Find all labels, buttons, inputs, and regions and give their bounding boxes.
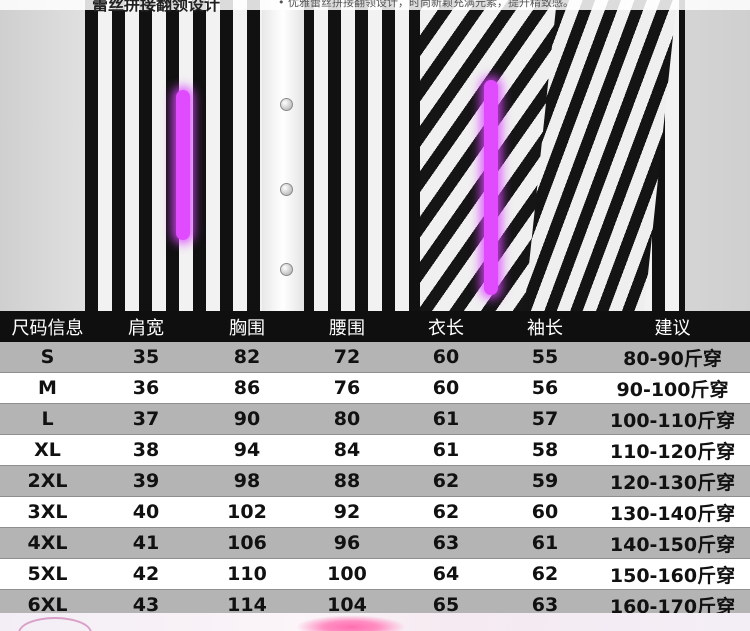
table-header-row: 尺码信息 肩宽 胸围 腰围 衣长 袖长 建议 (0, 311, 750, 342)
cell-chest: 98 (197, 465, 297, 497)
cell-suggestion: 120-130斤穿 (595, 465, 750, 497)
cell-shoulder-width: 42 (95, 558, 197, 590)
header-sleeve: 袖长 (495, 311, 595, 342)
cell-chest: 90 (197, 403, 297, 435)
side-seam-highlight-left (176, 90, 190, 240)
header-length: 衣长 (397, 311, 495, 342)
table-row: L 37 90 80 61 57 100-110斤穿 (0, 403, 750, 435)
table-row: 3XL 40 102 92 62 60 130-140斤穿 (0, 496, 750, 528)
cell-chest: 106 (197, 527, 297, 559)
table-row: 4XL 41 106 96 63 61 140-150斤穿 (0, 527, 750, 559)
cell-chest: 102 (197, 496, 297, 528)
cell-size: 4XL (0, 527, 95, 559)
cell-shoulder-width: 41 (95, 527, 197, 559)
caption-text: • 优雅蕾丝拼接翻领设计，时尚新颖充满元素，提升精致感。 (278, 0, 574, 9)
cell-sleeve-length: 57 (495, 403, 595, 435)
cell-shoulder-width: 37 (95, 403, 197, 435)
cell-waist: 72 (297, 342, 397, 373)
cell-length: 60 (397, 342, 495, 373)
cell-shoulder-width: 35 (95, 342, 197, 373)
header-size-info: 尺码信息 (0, 311, 95, 342)
cell-suggestion: 100-110斤穿 (595, 403, 750, 435)
cell-size: 2XL (0, 465, 95, 497)
cell-waist: 80 (297, 403, 397, 435)
cell-size: 5XL (0, 558, 95, 590)
cell-size: M (0, 372, 95, 404)
header-chest: 胸围 (197, 311, 297, 342)
cell-length: 60 (397, 372, 495, 404)
cell-chest: 110 (197, 558, 297, 590)
product-photo: 蕾丝拼接翻领设计 • 优雅蕾丝拼接翻领设计，时尚新颖充满元素，提升精致感。 (0, 0, 750, 311)
cell-waist: 76 (297, 372, 397, 404)
cell-sleeve-length: 58 (495, 434, 595, 466)
cell-suggestion: 80-90斤穿 (595, 342, 750, 373)
table-row: XL 38 94 84 61 58 110-120斤穿 (0, 434, 750, 466)
cell-chest: 82 (197, 342, 297, 373)
header-shoulder: 肩宽 (95, 311, 197, 342)
table-row: S 35 82 72 60 55 80-90斤穿 (0, 342, 750, 373)
decorative-flower (296, 615, 406, 631)
cell-sleeve-length: 55 (495, 342, 595, 373)
cell-shoulder-width: 40 (95, 496, 197, 528)
decorative-banner-strip (0, 613, 750, 631)
cell-length: 62 (397, 465, 495, 497)
cell-length: 61 (397, 403, 495, 435)
cell-sleeve-length: 61 (495, 527, 595, 559)
cell-suggestion: 110-120斤穿 (595, 434, 750, 466)
cell-size: XL (0, 434, 95, 466)
size-chart-table: 尺码信息 肩宽 胸围 腰围 衣长 袖长 建议 S 35 82 72 60 55 80-90斤… (0, 311, 750, 621)
photo-background-left (0, 0, 95, 311)
cell-suggestion: 150-160斤穿 (595, 558, 750, 590)
table-row: M 36 86 76 60 56 90-100斤穿 (0, 372, 750, 404)
cell-size: 3XL (0, 496, 95, 528)
cell-chest: 94 (197, 434, 297, 466)
cell-shoulder-width: 39 (95, 465, 197, 497)
cell-waist: 96 (297, 527, 397, 559)
cell-sleeve-length: 60 (495, 496, 595, 528)
cell-length: 64 (397, 558, 495, 590)
cell-sleeve-length: 59 (495, 465, 595, 497)
cell-size: S (0, 342, 95, 373)
side-seam-highlight-right (484, 80, 498, 295)
caption-title: 蕾丝拼接翻领设计 (92, 0, 221, 14)
shirt-button (280, 98, 293, 111)
decorative-swirl (18, 617, 92, 631)
cell-length: 62 (397, 496, 495, 528)
cell-waist: 92 (297, 496, 397, 528)
cell-length: 63 (397, 527, 495, 559)
cell-suggestion: 140-150斤穿 (595, 527, 750, 559)
photo-caption-bar: 蕾丝拼接翻领设计 • 优雅蕾丝拼接翻领设计，时尚新颖充满元素，提升精致感。 (0, 0, 750, 14)
cell-waist: 84 (297, 434, 397, 466)
cell-chest: 86 (197, 372, 297, 404)
header-waist: 腰围 (297, 311, 397, 342)
table-row: 2XL 39 98 88 62 59 120-130斤穿 (0, 465, 750, 497)
cell-waist: 100 (297, 558, 397, 590)
cell-waist: 88 (297, 465, 397, 497)
cell-length: 61 (397, 434, 495, 466)
table-row: 5XL 42 110 100 64 62 150-160斤穿 (0, 558, 750, 590)
cell-shoulder-width: 38 (95, 434, 197, 466)
header-suggestion: 建议 (595, 311, 750, 342)
shirt-button (280, 183, 293, 196)
cell-size: L (0, 403, 95, 435)
cell-suggestion: 130-140斤穿 (595, 496, 750, 528)
cell-sleeve-length: 56 (495, 372, 595, 404)
cell-shoulder-width: 36 (95, 372, 197, 404)
shirt-button (280, 263, 293, 276)
cell-suggestion: 90-100斤穿 (595, 372, 750, 404)
cell-sleeve-length: 62 (495, 558, 595, 590)
